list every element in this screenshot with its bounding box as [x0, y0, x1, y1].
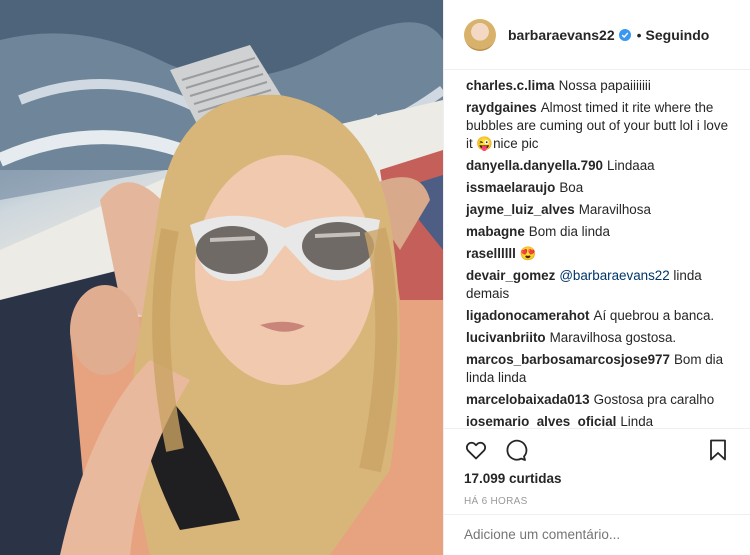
author-username[interactable]: barbaraevans22 — [508, 27, 615, 43]
comment-item: devair_gomez @barbaraevans22 linda demais — [466, 267, 738, 303]
post-photo[interactable] — [0, 0, 443, 555]
comment-item: marcelobaixada013 Gostosa pra caralho — [466, 391, 738, 409]
comment-item: marcos_barbosamarcosjose977 Bom dia linda… — [466, 351, 738, 387]
comment-username[interactable]: devair_gomez — [466, 268, 555, 283]
comment-item: rasellllll 😍 — [466, 245, 738, 263]
comment-text: 😍 — [519, 246, 537, 261]
comment-item: danyella.danyella.790 Lindaaa — [466, 157, 738, 175]
avatar[interactable] — [464, 18, 496, 51]
post-side-panel: barbaraevans22 • Seguindo charles.c.lima… — [443, 0, 750, 555]
comment-username[interactable]: lucivanbriito — [466, 330, 546, 345]
add-comment-bar — [444, 514, 750, 554]
comment-text: Boa — [559, 180, 584, 195]
comment-text: Linda — [620, 414, 654, 426]
comment-item: josemario_alves_oficial Linda — [466, 413, 738, 426]
post-timestamp: HÁ 6 HORAS — [464, 496, 528, 507]
comment-username[interactable]: raydgaines — [466, 100, 537, 115]
comment-username[interactable]: ligadonocamerahot — [466, 308, 590, 323]
comment-text: Lindaaa — [606, 158, 655, 173]
comment-username[interactable]: charles.c.lima — [466, 78, 555, 93]
add-comment-input[interactable] — [464, 527, 730, 542]
comment-username[interactable]: marcos_barbosamarcosjose977 — [466, 352, 670, 367]
comment-item: jayme_luiz_alves Maravilhosa — [466, 201, 738, 219]
comment-bubble-icon[interactable] — [504, 438, 528, 462]
action-icons-row — [464, 429, 730, 471]
comment-item: charles.c.lima Nossa papaiiiiiii — [466, 77, 738, 95]
comment-username[interactable]: rasellllll — [466, 246, 516, 261]
comment-text: Aí quebrou a banca. — [593, 308, 715, 323]
comment-username[interactable]: issmaelaraujo — [466, 180, 555, 195]
comment-item: lucivanbriito Maravilhosa gostosa. — [466, 329, 738, 347]
comment-item: raydgaines Almost timed it rite where the… — [466, 99, 738, 153]
comment-username[interactable]: jayme_luiz_alves — [466, 202, 575, 217]
comments-list[interactable]: charles.c.lima Nossa papaiiiiiii raydgain… — [444, 72, 750, 426]
heart-icon[interactable] — [464, 438, 488, 462]
comment-username[interactable]: josemario_alves_oficial — [466, 414, 616, 426]
post-header: barbaraevans22 • Seguindo — [444, 0, 750, 70]
comment-item: issmaelaraujo Boa — [466, 179, 738, 197]
comment-text: Nossa papaiiiiiii — [558, 78, 651, 93]
comment-item: ligadonocamerahot Aí quebrou a banca. — [466, 307, 738, 325]
verified-badge-icon — [618, 28, 631, 41]
comment-item: mabagne Bom dia linda — [466, 223, 738, 241]
comment-text: Maravilhosa — [578, 202, 651, 217]
comment-text: Maravilhosa gostosa. — [549, 330, 677, 345]
separator-dot: • — [636, 26, 642, 43]
comment-username[interactable]: danyella.danyella.790 — [466, 158, 603, 173]
comment-mention-link[interactable]: @barbaraevans22 — [559, 268, 669, 283]
bookmark-icon[interactable] — [706, 438, 730, 462]
comment-username[interactable]: marcelobaixada013 — [466, 392, 590, 407]
post-photo-illustration — [0, 0, 443, 555]
comment-username[interactable]: mabagne — [466, 224, 525, 239]
post-actions: 17.099 curtidas HÁ 6 HORAS — [444, 428, 750, 554]
following-button[interactable]: Seguindo — [646, 27, 710, 43]
comment-text: Gostosa pra caralho — [593, 392, 715, 407]
likes-count[interactable]: 17.099 curtidas — [464, 471, 730, 486]
comment-text: Bom dia linda — [528, 224, 610, 239]
